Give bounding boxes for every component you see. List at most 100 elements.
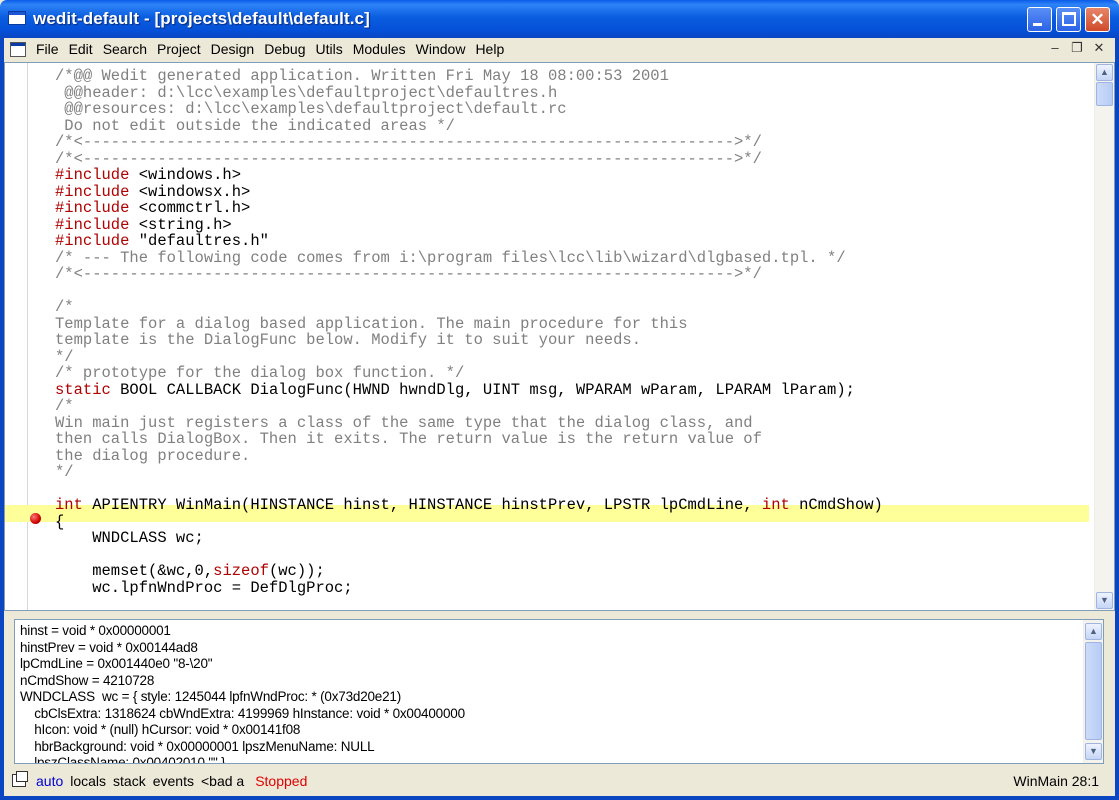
maximize-button[interactable] [1056,7,1081,32]
code-line[interactable]: static BOOL CALLBACK DialogFunc(HWND hwn… [55,380,883,399]
debug-tab-auto[interactable]: auto [36,773,63,789]
close-button[interactable]: ✕ [1085,7,1110,32]
code-line[interactable]: memset(&wc,0,sizeof(wc)); [55,563,883,580]
debug-scroll-down-icon[interactable]: ▼ [1085,743,1102,760]
title-bar[interactable]: wedit-default - [projects\default\defaul… [0,0,1119,38]
code-line[interactable]: @@header: d:\lcc\examples\defaultproject… [55,84,883,102]
debug-line[interactable]: hinstPrev = void * 0x00144ad8 [20,640,465,657]
mdi-close-icon[interactable]: ✕ [1091,40,1107,56]
code-line[interactable]: /* --- The following code comes from i:\… [55,248,883,267]
code-comment: Win main just registers a class of the s… [55,413,753,432]
debug-line[interactable]: cbClsExtra: 1318624 cbWndExtra: 4199969 … [20,706,465,723]
code-line[interactable]: /*<-------------------------------------… [55,150,883,168]
close-icon: ✕ [1090,10,1105,29]
code-line[interactable]: #include <windowsx.h> [55,182,883,201]
code-line[interactable]: Template for a dialog based application.… [55,315,883,333]
code-token: WNDCLASS wc; [55,529,204,547]
code-token: <commctrl.h> [129,199,251,217]
code-token: { [55,512,65,531]
debug-line[interactable]: hIcon: void * (null) hCursor: void * 0x0… [20,722,465,739]
minimize-button[interactable] [1027,7,1052,32]
code-keyword: #include [55,182,130,201]
debug-line[interactable]: lpCmdLine = 0x001440e0 "8-\20" [20,656,465,673]
code-line[interactable]: /*<-------------------------------------… [55,266,883,283]
menu-edit[interactable]: Edit [69,41,93,57]
app-icon[interactable] [8,11,26,25]
code-line[interactable]: Do not edit outside the indicated areas … [55,117,883,135]
menu-utils[interactable]: Utils [315,41,342,57]
code-keyword: sizeof [213,562,269,580]
code-line[interactable]: /*@@ Wedit generated application. Writte… [55,68,883,85]
code-comment: /* [55,397,74,415]
status-bar: auto locals stack events <bad a Stopped WinMa… [4,767,1115,796]
code-line[interactable]: then calls DialogBox. Then it exits. The… [55,431,883,448]
code-line[interactable]: Win main just registers a class of the s… [55,413,883,432]
code-line[interactable]: */ [55,464,883,481]
gutter-divider [27,63,28,610]
code-keyword: #include [55,232,130,250]
mdi-minimize-icon[interactable]: – [1047,40,1063,56]
code-line[interactable]: #include <windows.h> [55,167,883,184]
debug-vertical-scrollbar[interactable]: ▲ ▼ [1083,620,1103,763]
code-line[interactable]: int APIENTRY WinMain(HINSTANCE hinst, HI… [55,497,883,514]
debug-scroll-thumb[interactable] [1085,642,1102,740]
mdi-restore-icon[interactable]: ❐ [1069,40,1085,56]
menu-debug[interactable]: Debug [264,41,305,57]
debug-tab-bada[interactable]: <bad a [201,773,244,789]
debug-variables-pane[interactable]: hinst = void * 0x00000001 hinstPrev = voi… [14,619,1104,764]
code-comment: /*<-------------------------------------… [55,133,762,151]
code-line[interactable]: the dialog procedure. [55,446,883,465]
code-token: memset(&wc,0, [55,562,214,580]
code-line[interactable]: wc.lpfnWndProc = DefDlgProc; [55,579,883,597]
code-line[interactable]: /*<-------------------------------------… [55,134,883,151]
scroll-down-icon[interactable]: ▼ [1096,592,1113,609]
code-line[interactable]: /* [55,398,883,415]
menu-items: File Edit Search Project Design Debug Utils Mod… [36,41,514,57]
code-keyword: static [55,380,111,399]
code-line[interactable]: #include <string.h> [55,216,883,234]
document-icon[interactable] [10,42,26,57]
menu-file[interactable]: File [36,41,59,57]
menu-help[interactable]: Help [475,41,504,57]
editor-vertical-scrollbar[interactable]: ▲ ▼ [1094,63,1114,610]
code-line[interactable]: template is the DialogFunc below. Modify… [55,332,883,349]
menu-search[interactable]: Search [103,41,147,57]
code-line[interactable]: #include "defaultres.h" [55,233,883,250]
code-line[interactable] [55,283,883,300]
code-line[interactable]: @@resources: d:\lcc\examples\defaultproj… [55,101,883,118]
code-line[interactable]: */ [55,348,883,366]
code-line[interactable]: { [55,512,883,531]
debug-line[interactable]: hbrBackground: void * 0x00000001 lpszMen… [20,739,465,756]
code-line[interactable] [55,481,883,498]
menu-project[interactable]: Project [157,41,201,57]
debug-tab-stack[interactable]: stack [113,773,146,789]
code-line[interactable] [55,547,883,564]
scroll-thumb[interactable] [1096,82,1113,106]
code-keyword: #include [55,199,130,217]
code-editor[interactable]: /*@@ Wedit generated application. Writte… [4,62,1115,611]
code-line[interactable]: WNDCLASS wc; [55,530,883,547]
scroll-up-icon[interactable]: ▲ [1096,64,1113,81]
debug-line[interactable]: hinst = void * 0x00000001 [20,623,465,640]
code-line[interactable]: /* [55,299,883,316]
debug-scroll-up-icon[interactable]: ▲ [1085,623,1102,640]
code-line[interactable]: /* prototype for the dialog box function… [55,365,883,382]
menu-modules[interactable]: Modules [353,41,406,57]
code-keyword: int [55,496,83,514]
breakpoint-icon[interactable] [30,513,41,524]
debug-line[interactable]: nCmdShow = 4210728 [20,673,465,690]
code-comment: the dialog procedure. [55,446,251,465]
maximize-icon [1062,12,1076,26]
code-text[interactable]: /*@@ Wedit generated application. Writte… [55,68,883,596]
debug-tab-locals[interactable]: locals [70,773,106,789]
debug-tab-events[interactable]: events [153,773,194,789]
window-layout-icon[interactable] [12,771,28,787]
menu-design[interactable]: Design [211,41,255,57]
menu-window[interactable]: Window [416,41,466,57]
code-line[interactable]: #include <commctrl.h> [55,200,883,217]
code-comment: /* --- The following code comes from i:\… [55,248,846,267]
debug-line[interactable]: WNDCLASS wc = { style: 1245044 lpfnWndPr… [20,689,465,706]
window-title: wedit-default - [projects\default\defaul… [33,9,370,28]
code-comment: then calls DialogBox. Then it exits. The… [55,430,762,448]
debug-line[interactable]: lpszClassName: 0x00402010 "" } [20,755,465,763]
